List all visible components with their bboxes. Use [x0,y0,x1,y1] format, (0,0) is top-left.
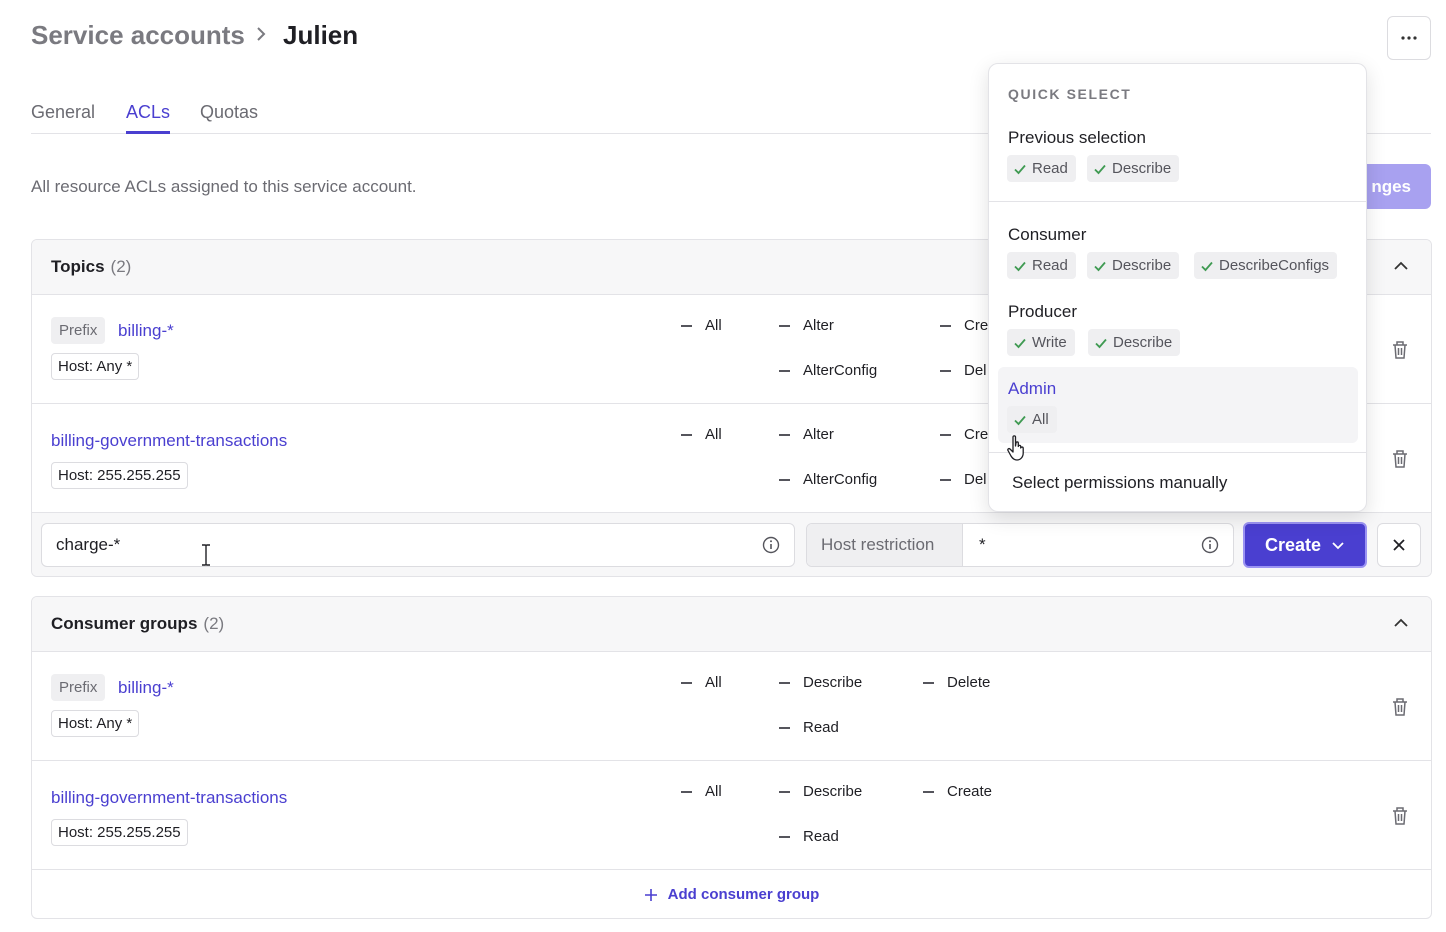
add-consumer-group-button[interactable]: Add consumer group [32,870,1431,918]
permission-item: All [681,783,722,800]
breadcrumb-parent[interactable]: Service accounts [31,20,245,51]
plus-icon [644,888,657,901]
topics-count: (2) [110,257,132,276]
check-icon [1094,164,1106,174]
host-restriction-label: Host restriction [807,524,963,566]
dropdown-divider [989,201,1366,202]
add-consumer-group-label: Add consumer group [667,886,820,903]
host-restriction-field[interactable]: Host restriction * [806,523,1234,567]
active-tab-indicator [126,131,170,134]
trash-icon[interactable] [1391,697,1409,717]
dropdown-divider [989,452,1366,453]
tab-acls[interactable]: ACLs [126,102,170,123]
resource-name-input[interactable]: charge-* [41,523,795,567]
permission-chip: All [1007,406,1057,433]
host-badge: Host: Any * [51,710,140,737]
new-acl-row: charge-* Host restriction * Create [32,513,1431,576]
prefix-badge: Prefix [51,674,106,701]
host-badge: Host: 255.255.255 [51,462,188,489]
permission-item: All [681,317,722,334]
permission-chip: Describe [1088,329,1181,356]
table-row: Prefix billing-* Host: Any * All Describ… [32,652,1431,761]
cancel-button[interactable] [1377,523,1421,567]
permission-item: Read [779,719,839,736]
resource-name-link[interactable]: billing-* [118,678,174,698]
check-icon [1014,164,1026,174]
permission-item: Describe [779,783,862,800]
info-icon[interactable] [1201,536,1219,554]
consumer-groups-title: Consumer groups [51,614,198,633]
trash-icon[interactable] [1391,806,1409,826]
save-changes-label: nges [1371,176,1411,196]
permission-item: Cre [940,426,988,443]
quick-select-producer[interactable]: Producer [1008,302,1077,322]
permission-item: Cre [940,317,988,334]
breadcrumb-separator-icon [254,24,268,50]
chevron-up-icon[interactable] [1393,615,1409,631]
quick-select-dropdown: QUICK SELECT Previous selection Read Des… [988,63,1367,512]
trash-icon[interactable] [1391,449,1409,469]
permission-chip: Describe [1087,252,1180,279]
permission-item: All [681,674,722,691]
create-button[interactable]: Create [1243,522,1367,568]
permission-item: Describe [779,674,862,691]
check-icon [1014,338,1026,348]
permission-item: AlterConfig [779,362,877,379]
permission-item: AlterConfig [779,471,877,488]
consumer-groups-panel-header[interactable]: Consumer groups (2) [32,597,1431,652]
consumer-groups-count: (2) [203,614,225,633]
topics-title: Topics [51,257,105,276]
tab-quotas[interactable]: Quotas [200,102,258,123]
more-options-button[interactable] [1387,16,1431,60]
more-horizontal-icon [1401,36,1417,40]
resource-name-link[interactable]: billing-government-transactions [51,431,287,451]
check-icon [1201,261,1213,271]
permission-item: Alter [779,426,834,443]
permission-chip: Read [1007,155,1076,182]
resource-name-link[interactable]: billing-* [118,321,174,341]
chevron-down-icon [1332,542,1344,550]
quick-select-admin[interactable]: Admin [1008,379,1056,399]
permission-item: Del [940,471,987,488]
prefix-badge: Prefix [51,317,106,344]
permission-item: Create [923,783,992,800]
quick-select-consumer[interactable]: Consumer [1008,225,1086,245]
breadcrumb-current: Julien [283,20,359,50]
permission-item: Del [940,362,987,379]
resource-name-link[interactable]: billing-government-transactions [51,788,287,808]
check-icon [1094,261,1106,271]
check-icon [1014,415,1026,425]
permission-item: All [681,426,722,443]
trash-icon[interactable] [1391,340,1409,360]
host-restriction-value[interactable]: * [979,535,986,555]
hand-cursor-icon [1007,435,1024,461]
permission-chip: DescribeConfigs [1194,252,1338,279]
permission-chip: Describe [1087,155,1180,182]
resource-name-value: charge-* [56,535,121,554]
consumer-groups-panel: Consumer groups (2) Prefix billing-* Hos… [31,596,1432,919]
tab-general[interactable]: General [31,102,95,123]
select-permissions-manually[interactable]: Select permissions manually [1012,473,1227,493]
quick-select-previous-selection[interactable]: Previous selection [1008,128,1146,148]
text-cursor-icon [202,544,210,566]
page-description: All resource ACLs assigned to this servi… [31,177,417,196]
chevron-up-icon[interactable] [1393,258,1409,274]
permission-chip: Read [1007,252,1076,279]
permission-chip: Write [1007,329,1075,356]
check-icon [1014,261,1026,271]
quick-select-heading: QUICK SELECT [1008,86,1132,102]
host-badge: Host: Any * [51,353,140,380]
close-icon [1393,539,1405,551]
permission-item: Delete [923,674,990,691]
permission-item: Alter [779,317,834,334]
host-badge: Host: 255.255.255 [51,819,188,846]
info-icon[interactable] [762,536,780,554]
check-icon [1095,338,1107,348]
create-label: Create [1264,534,1322,555]
table-row: billing-government-transactions Host: 25… [32,761,1431,870]
permission-item: Read [779,828,839,845]
